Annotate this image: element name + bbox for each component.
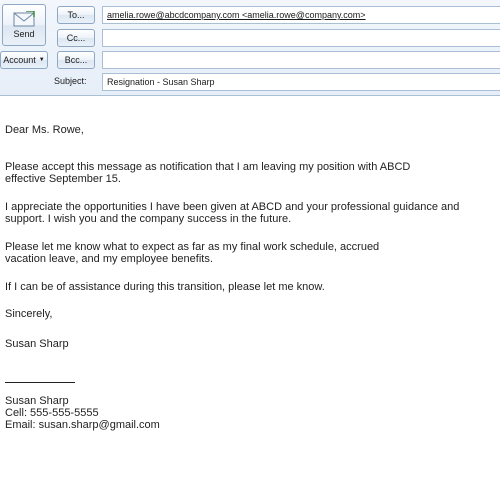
cc-field[interactable]	[102, 29, 500, 47]
closing: Sincerely,	[5, 308, 53, 320]
account-button[interactable]: Account ▼	[0, 51, 48, 69]
paragraph-2-line-2: support. I wish you and the company succ…	[5, 213, 292, 225]
greeting: Dear Ms. Rowe,	[5, 124, 84, 136]
to-field[interactable]: amelia.rowe@abcdcompany.com <amelia.rowe…	[102, 6, 500, 24]
bcc-field[interactable]	[102, 51, 500, 69]
account-button-label: Account	[3, 55, 36, 65]
paragraph-1-line-1: Please accept this message as notificati…	[5, 161, 411, 173]
paragraph-3-line-1: Please let me know what to expect as far…	[5, 241, 380, 253]
to-button-label: To...	[67, 10, 85, 20]
subject-value: Resignation - Susan Sharp	[107, 77, 215, 87]
sign-name: Susan Sharp	[5, 338, 69, 350]
signature-email: Email: susan.sharp@gmail.com	[5, 419, 160, 431]
subject-label: Subject:	[54, 76, 87, 86]
cc-button-label: Cc...	[66, 33, 86, 43]
send-label: Send	[13, 29, 35, 39]
to-recipient[interactable]: amelia.rowe@abcdcompany.com <amelia.rowe…	[107, 10, 366, 20]
signature-cell: Cell: 555-555-5555	[5, 407, 99, 419]
subject-field[interactable]: Resignation - Susan Sharp	[102, 73, 500, 91]
message-header: Send To... Cc... Account ▼ Bcc... amelia…	[0, 0, 500, 96]
paragraph-3-line-2: vacation leave, and my employee benefits…	[5, 253, 213, 265]
paragraph-1-line-2: effective September 15.	[5, 173, 121, 185]
paragraph-2-line-1: I appreciate the opportunities I have be…	[5, 201, 460, 213]
envelope-send-icon	[13, 11, 35, 27]
signature-name: Susan Sharp	[5, 395, 69, 407]
bcc-button-label: Bcc...	[64, 55, 88, 65]
paragraph-4: If I can be of assistance during this tr…	[5, 281, 325, 293]
bcc-button[interactable]: Bcc...	[57, 51, 95, 69]
to-button[interactable]: To...	[57, 6, 95, 24]
send-button[interactable]: Send	[2, 4, 46, 46]
chevron-down-icon: ▼	[38, 57, 45, 63]
message-body[interactable]: Dear Ms. Rowe, Please accept this messag…	[5, 124, 495, 431]
cc-button[interactable]: Cc...	[57, 29, 95, 47]
